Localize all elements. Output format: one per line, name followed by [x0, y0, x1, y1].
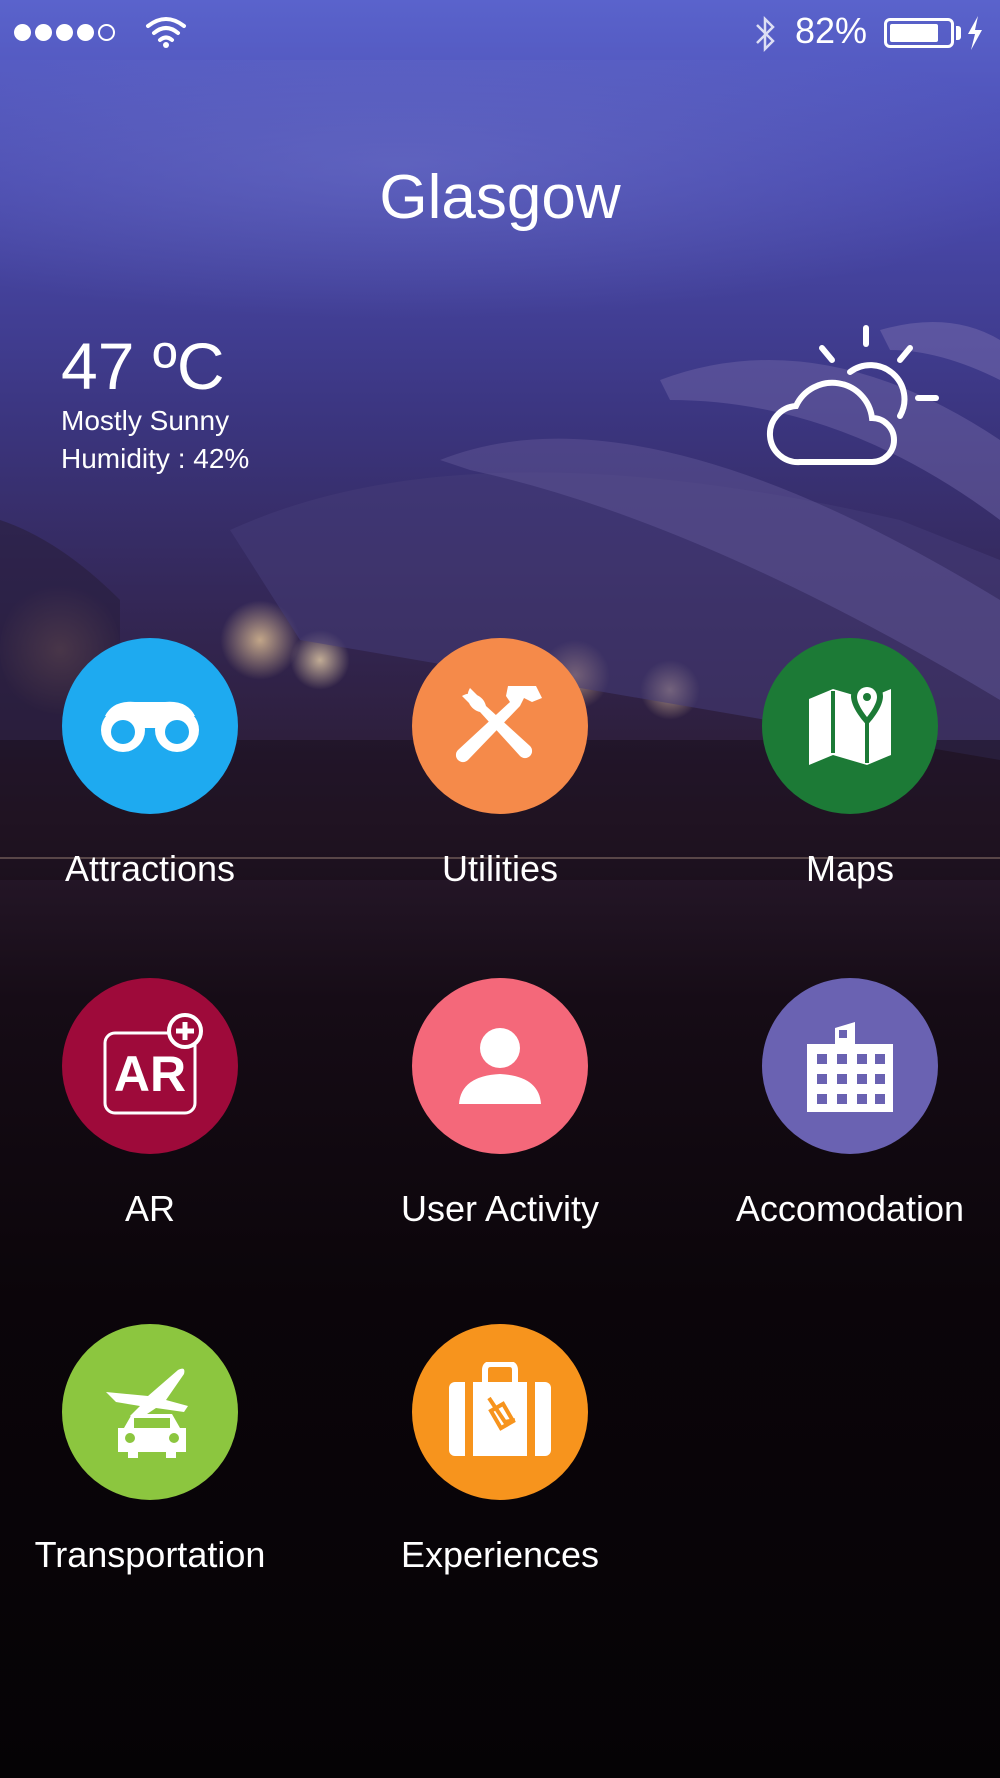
menu-ar[interactable]: AR AR — [0, 978, 300, 1230]
wifi-icon — [146, 17, 186, 48]
svg-text:AR: AR — [114, 1046, 186, 1102]
menu-label: Utilities — [441, 848, 558, 889]
weather-summary: 47 ºC Mostly Sunny Humidity : 42% — [61, 330, 249, 478]
menu-experiences[interactable]: Experiences — [350, 1324, 650, 1576]
charging-bolt-icon — [968, 16, 982, 50]
map-pin-icon — [809, 681, 891, 765]
tools-icon — [455, 686, 542, 763]
suitcase-icon — [449, 1362, 551, 1456]
menu-accomodation[interactable]: Accomodation — [700, 978, 1000, 1230]
binoculars-icon — [101, 701, 199, 752]
humidity: Humidity : 42% — [61, 443, 250, 474]
menu-attractions[interactable]: Attractions — [0, 638, 300, 890]
bluetooth-icon — [756, 15, 775, 53]
partly-sunny-icon — [767, 325, 939, 466]
menu-label: Maps — [805, 848, 895, 889]
menu-label: Attractions — [64, 848, 236, 889]
ar-plus-icon: AR — [103, 1013, 203, 1115]
menu-utilities[interactable]: Utilities — [350, 638, 650, 890]
user-icon — [459, 1028, 541, 1104]
battery-percentage: 82% — [795, 10, 868, 51]
temperature: 47 ºC — [61, 329, 225, 403]
menu-label: Accomodation — [735, 1188, 965, 1229]
weather-condition: Mostly Sunny — [61, 405, 230, 436]
menu-label: Transportation — [34, 1534, 266, 1575]
plane-car-icon — [106, 1368, 188, 1458]
menu-label: User Activity — [400, 1188, 600, 1229]
menu-label: AR — [124, 1188, 175, 1229]
signal-strength-icon — [14, 24, 115, 41]
status-bar: 82% — [0, 0, 1000, 64]
menu-transportation[interactable]: Transportation — [0, 1324, 300, 1576]
building-icon — [807, 1022, 893, 1112]
battery-icon — [884, 18, 954, 48]
menu-maps[interactable]: Maps — [700, 638, 1000, 890]
page-title: Glasgow — [379, 163, 621, 232]
menu-label: Experiences — [400, 1534, 600, 1575]
menu-user-activity[interactable]: User Activity — [350, 978, 650, 1230]
